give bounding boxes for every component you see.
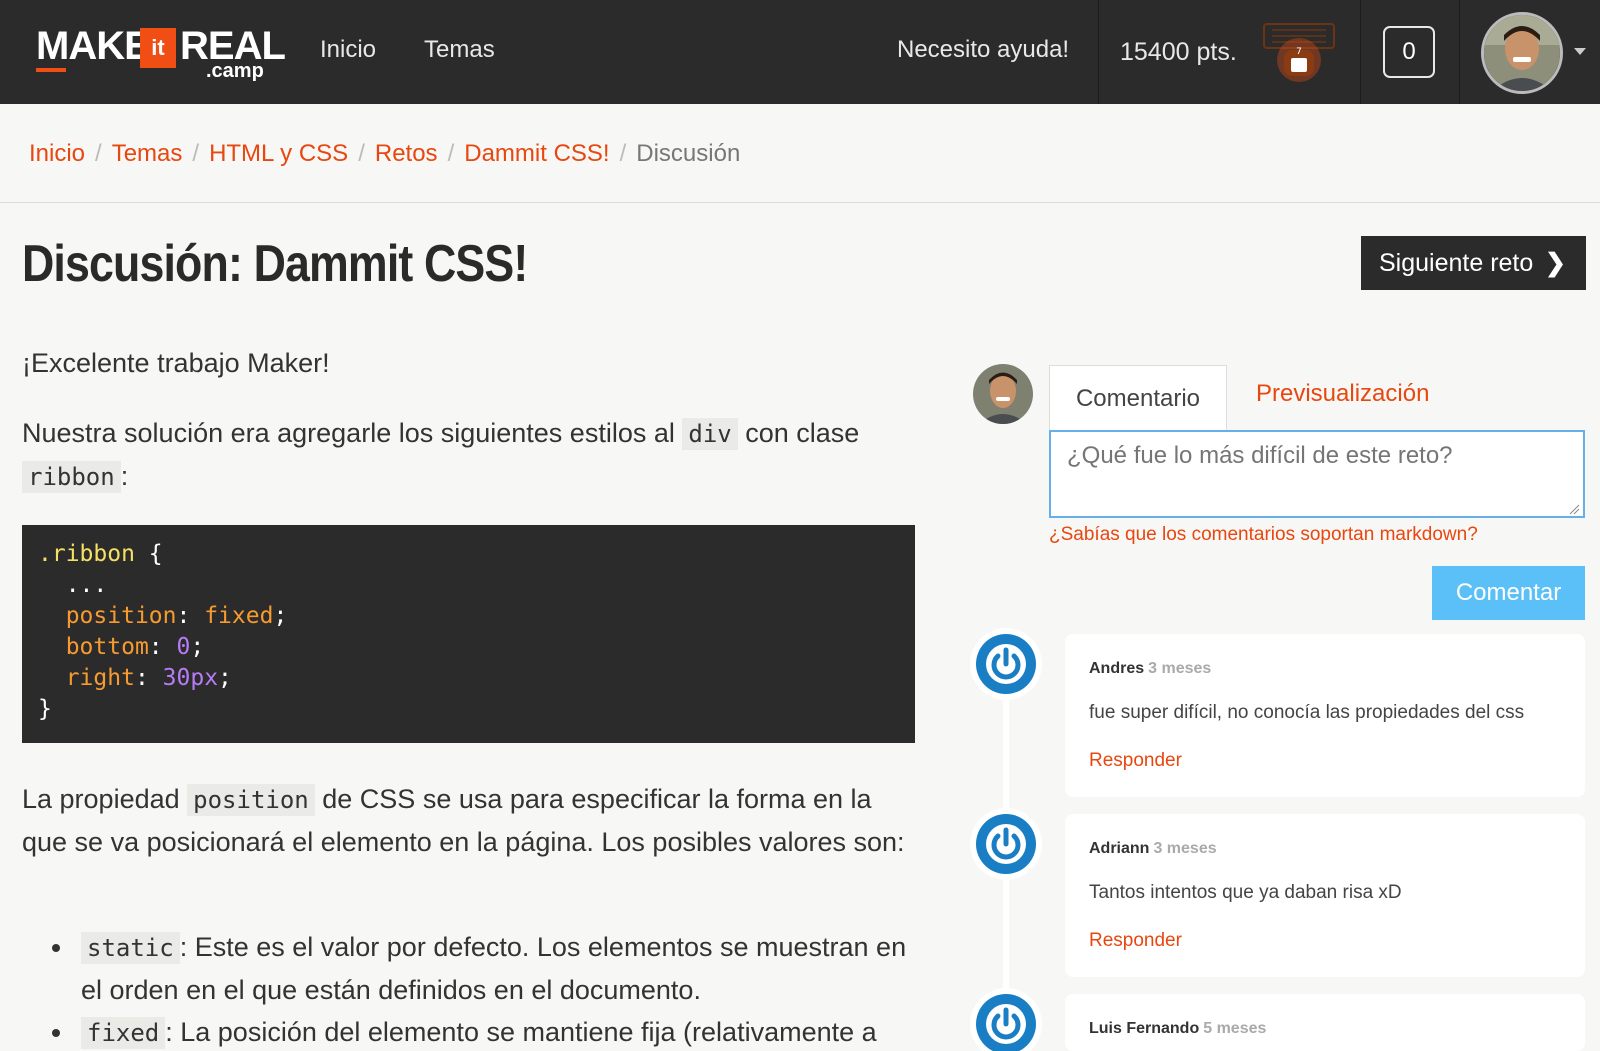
logo-make: MAKE: [36, 24, 151, 68]
divider: [1098, 0, 1099, 104]
breadcrumb-dammit-css[interactable]: Dammit CSS!: [464, 140, 609, 167]
breadcrumb-html-css[interactable]: HTML y CSS: [209, 140, 348, 167]
comment-author[interactable]: Adriann: [1089, 840, 1149, 857]
breadcrumb-temas[interactable]: Temas: [112, 140, 183, 167]
next-challenge-button[interactable]: Siguiente reto ❯: [1361, 236, 1586, 290]
list-item: fixed: La posición del elemento se manti…: [22, 1011, 922, 1051]
next-challenge-label: Siguiente reto: [1379, 249, 1534, 277]
points-counter: 15400 pts.: [1120, 38, 1237, 66]
nav-temas[interactable]: Temas: [424, 36, 495, 64]
divider: [0, 202, 1600, 203]
code-selector: .ribbon: [38, 541, 135, 567]
logo-camp: .camp: [206, 60, 264, 82]
level-badge-icon[interactable]: 7: [1262, 22, 1336, 84]
comment-time: 3 meses: [1148, 660, 1212, 677]
code-div: div: [682, 418, 738, 450]
code-position: position: [187, 784, 315, 816]
badge-count: 7: [1296, 47, 1302, 57]
page-title: Discusión: Dammit CSS!: [22, 235, 528, 293]
tab-previsualizacion[interactable]: Previsualización: [1256, 380, 1429, 408]
breadcrumb-current: Discusión: [636, 140, 741, 167]
chevron-right-icon: ❯: [1545, 249, 1566, 277]
logo-underline: [36, 68, 66, 72]
code-block: .ribbon { ... position: fixed; bottom: 0…: [22, 525, 915, 743]
nav-inicio[interactable]: Inicio: [320, 36, 376, 64]
comment-time: 5 meses: [1203, 1020, 1267, 1037]
notifications-button[interactable]: 0: [1383, 26, 1435, 78]
comment-card: Adriann 3 meses Tantos intentos que ya da…: [1065, 814, 1585, 977]
comment-text: fue super difícil, no conocía las propie…: [1089, 702, 1525, 723]
resize-handle-icon[interactable]: [1568, 500, 1580, 515]
top-navbar: MAKE it REAL .camp Inicio Temas Necesito…: [0, 0, 1600, 104]
user-avatar[interactable]: [1481, 12, 1563, 94]
reply-button[interactable]: Responder: [1089, 930, 1182, 952]
position-values-list: static: Este es el valor por defecto. Lo…: [22, 926, 922, 1051]
current-user-avatar: [973, 364, 1033, 424]
logo-it: it: [140, 28, 176, 68]
comment-author[interactable]: Andres: [1089, 660, 1144, 677]
divider: [1459, 0, 1460, 104]
markdown-help-link[interactable]: ¿Sabías que los comentarios soportan mar…: [1049, 524, 1478, 546]
makeitreal-logo[interactable]: MAKE it REAL .camp: [36, 24, 286, 82]
code-ribbon: ribbon: [22, 461, 121, 493]
list-item: static: Este es el valor por defecto. Lo…: [22, 926, 922, 1011]
breadcrumb: Inicio / Temas / HTML y CSS / Retos / Dammit CSS…: [29, 140, 741, 167]
intro-paragraph: Nuestra solución era agregarle los sigui…: [22, 418, 860, 493]
comment-card: Andres 3 meses fue super difícil, no cono…: [1065, 634, 1585, 797]
reply-button[interactable]: Responder: [1089, 750, 1182, 772]
chevron-down-icon[interactable]: [1574, 48, 1586, 55]
power-icon: [970, 628, 1042, 700]
comment-text: Tantos intentos que ya daban risa xD: [1089, 882, 1402, 903]
submit-comment-button[interactable]: Comentar: [1432, 566, 1585, 620]
power-icon: [970, 808, 1042, 880]
help-link[interactable]: Necesito ayuda!: [897, 36, 1069, 64]
comment-textarea[interactable]: [1049, 430, 1585, 518]
greeting: ¡Excelente trabajo Maker!: [22, 348, 330, 378]
explain-paragraph: La propiedad position de CSS se usa para…: [22, 784, 905, 857]
divider: [1360, 0, 1361, 104]
comment-time: 3 meses: [1153, 840, 1217, 857]
comment-card: Luis Fernando 5 meses: [1065, 994, 1585, 1051]
power-icon: [970, 988, 1042, 1051]
tab-comentario[interactable]: Comentario: [1049, 365, 1227, 431]
breadcrumb-retos[interactable]: Retos: [375, 140, 438, 167]
breadcrumb-inicio[interactable]: Inicio: [29, 140, 85, 167]
comment-author[interactable]: Luis Fernando: [1089, 1020, 1199, 1037]
